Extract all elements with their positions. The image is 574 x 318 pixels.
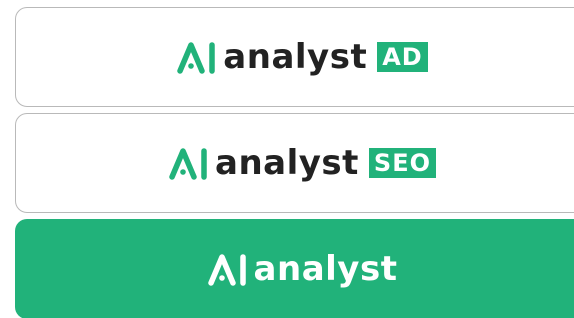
ai-logo-icon [169,148,207,180]
ai-logo-icon [177,42,216,74]
wordmark: analyst [215,143,359,183]
logo-ai-analyst: analyst [207,249,398,289]
badge-seo: SEO [368,148,436,178]
product-card-main[interactable]: analyst [15,219,574,318]
wordmark: analyst [253,249,398,289]
logo-ai-analyst-seo: analyst SEO [169,146,436,180]
product-card-ad[interactable]: analyst AD [15,7,574,107]
product-selector: analyst AD analyst SEO analyst [0,0,574,318]
product-card-seo[interactable]: analyst SEO [15,113,574,213]
wordmark: analyst [223,37,368,77]
logo-ai-analyst-ad: analyst AD [177,37,428,77]
ai-logo-icon [207,254,246,286]
badge-ad: AD [377,42,428,72]
